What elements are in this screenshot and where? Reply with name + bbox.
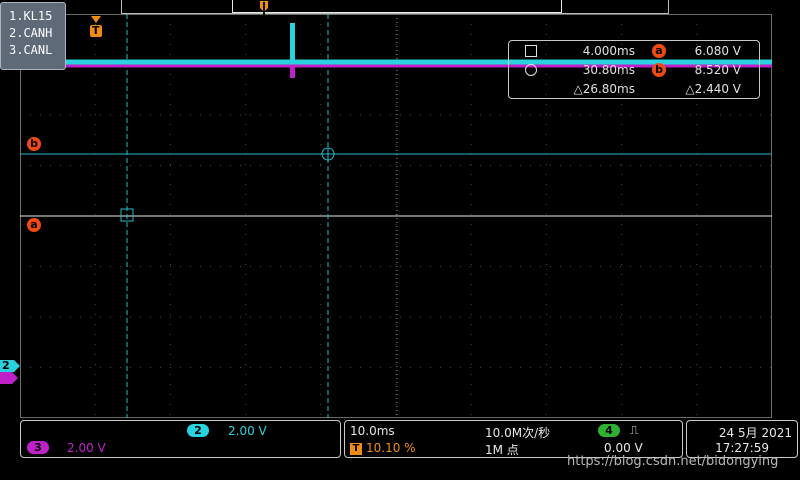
legend-item: 1.KL15 (9, 9, 53, 23)
cursor-a-letter: a (30, 218, 38, 231)
measurement-row-3: △26.80ms △2.440 V (509, 82, 759, 100)
watermark: https://blog.csdn.net/bidongying (567, 454, 779, 469)
record-view-window[interactable] (232, 0, 562, 13)
ch3-ground-marker (0, 372, 18, 384)
sample-rate: 10.0M次/秒 (485, 426, 551, 440)
trigger-level: 0.00 V (604, 441, 643, 455)
trigger-position-marker[interactable] (259, 0, 269, 16)
legend-item: 2.CANH (9, 26, 53, 40)
measurement-row-2: 30.80ms b 8.520 V (509, 63, 759, 81)
circle-icon (525, 64, 537, 76)
cursor1-time: 4.000ms (582, 44, 635, 58)
trigger-position-flag: T (350, 443, 362, 455)
date: 24 5月 2021 (718, 426, 792, 440)
cursor-a-voltage: 6.080 V (694, 44, 741, 58)
cursor-b-letter: b (30, 137, 38, 150)
trigger-position: 10.10 % (366, 441, 416, 455)
trigger-slope-icon: ⎍ (630, 423, 639, 437)
ch2-spike (290, 23, 295, 63)
time-scale: 10.0ms (350, 424, 395, 438)
delta-time: △26.80ms (573, 82, 635, 96)
record-length-bar (121, 0, 669, 14)
cursor-b-badge: b (652, 63, 666, 77)
ch3-badge[interactable]: 3 (27, 441, 49, 454)
trigger-time-marker[interactable]: T (89, 15, 103, 41)
cursor-b-voltage: 8.520 V (694, 63, 741, 77)
ch3-scale: 2.00 V (67, 441, 106, 455)
cursor-measurement-panel[interactable]: 4.000ms a 6.080 V 30.80ms b 8.520 V △26.… (508, 40, 760, 99)
ch2-scale: 2.00 V (228, 424, 267, 438)
channel-settings-panel[interactable]: 2 2.00 V 3 2.00 V (20, 420, 341, 458)
channel-legend: 1.KL15 2.CANH 3.CANL (0, 2, 66, 70)
timebase-trigger-panel[interactable]: 10.0ms T 10.10 % 10.0M次/秒 1M 点 4 ⎍ 0.00 … (344, 420, 683, 458)
ch2-marker-label: 2 (2, 359, 10, 372)
ch2-badge[interactable]: 2 (187, 424, 209, 437)
cursor-a-badge: a (652, 44, 666, 58)
legend-item: 3.CANL (9, 43, 53, 57)
datetime-panel: 24 5月 2021 17:27:59 (686, 420, 798, 458)
square-icon (525, 45, 537, 57)
cursor2-time: 30.80ms (582, 63, 635, 77)
record-length: 1M 点 (485, 443, 519, 457)
cursor-b-label[interactable]: b (27, 137, 41, 151)
trigger-flag-letter: T (92, 24, 100, 37)
trigger-source-badge[interactable]: 4 (598, 424, 620, 437)
time: 17:27:59 (715, 441, 769, 455)
delta-voltage: △2.440 V (685, 82, 741, 96)
cursor-a-label[interactable]: a (27, 218, 41, 232)
measurement-row-1: 4.000ms a 6.080 V (509, 44, 759, 62)
